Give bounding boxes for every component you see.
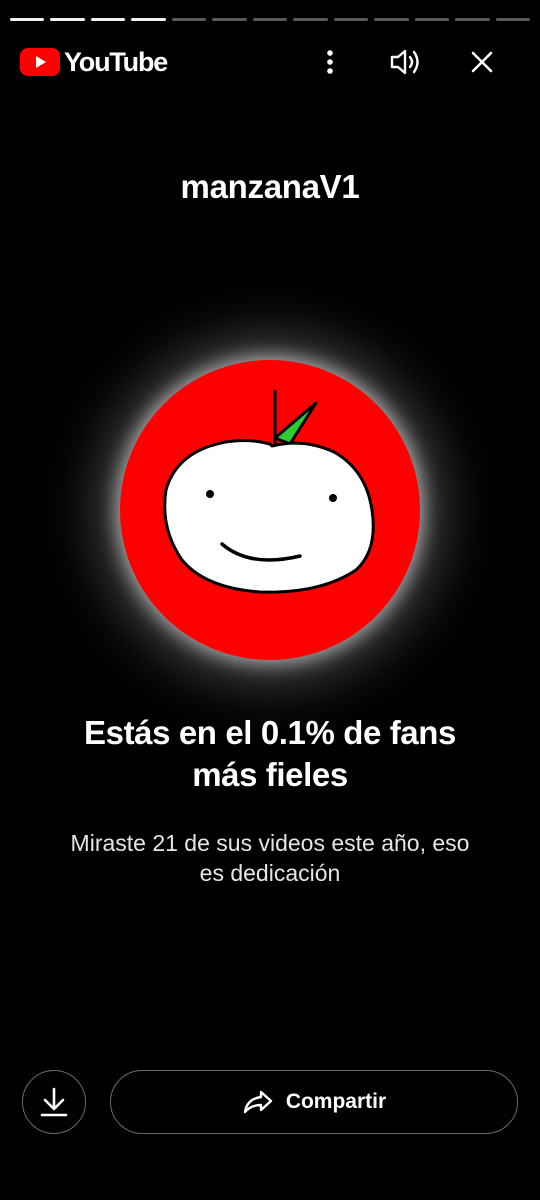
sound-toggle-button[interactable]: [368, 40, 444, 84]
headline-line-1: Estás en el 0.1% de fans: [84, 714, 456, 751]
progress-segment: [455, 18, 490, 21]
top-bar: YouTube: [20, 40, 520, 84]
channel-avatar: [120, 360, 420, 660]
share-arrow-icon: [243, 1090, 273, 1114]
progress-segment: [252, 18, 288, 21]
youtube-play-icon: [20, 48, 60, 76]
channel-name: manzanaV1: [180, 168, 360, 205]
close-button[interactable]: [444, 40, 520, 84]
description: Miraste 21 de sus videos este año, eso e…: [40, 828, 500, 888]
share-button[interactable]: Compartir: [110, 1070, 518, 1134]
story-progress-bar: [10, 18, 531, 22]
youtube-logo: YouTube: [20, 46, 168, 78]
share-label: Compartir: [285, 1090, 387, 1113]
progress-segment: [171, 18, 207, 21]
more-options-button[interactable]: [292, 40, 368, 84]
progress-segment: [374, 18, 409, 21]
volume-icon: [390, 49, 419, 75]
progress-segment: [495, 18, 531, 21]
headline: Estás en el 0.1% de fans más fieles: [30, 712, 510, 796]
progress-segment: [293, 18, 328, 21]
headline-line-2: más fieles: [192, 756, 348, 793]
more-vert-icon: [327, 50, 333, 74]
progress-segment: [333, 18, 369, 21]
description-line-1: Miraste 21 de sus videos este año, eso: [70, 830, 470, 856]
progress-segment: [10, 18, 45, 21]
download-button[interactable]: [22, 1070, 86, 1134]
progress-segment: [414, 18, 450, 21]
progress-segment: [212, 18, 247, 21]
progress-segment: [90, 18, 126, 21]
youtube-wordmark: YouTube: [64, 46, 168, 77]
progress-segment: [50, 18, 85, 21]
close-icon: [471, 51, 493, 73]
download-icon: [40, 1087, 68, 1117]
apple-face-drawing: [163, 390, 375, 594]
progress-segment: [131, 18, 166, 21]
description-line-2: es dedicación: [199, 860, 341, 886]
